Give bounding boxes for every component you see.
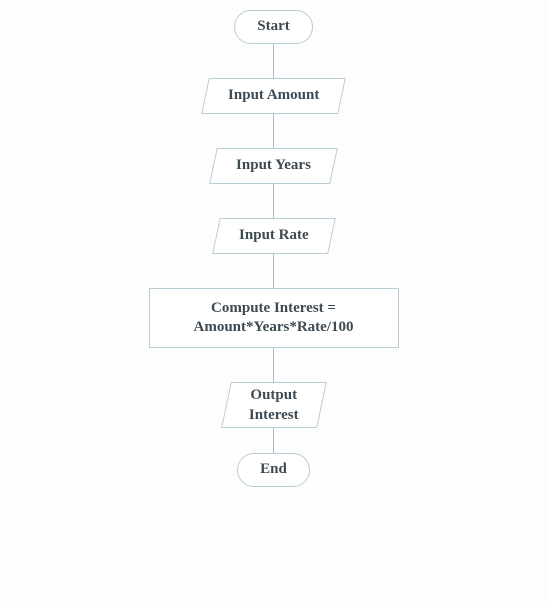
connector <box>273 348 274 382</box>
start-label: Start <box>257 17 290 37</box>
compute-label: Compute Interest = Amount*Years*Rate/100 <box>194 299 354 338</box>
input-amount-label: Input Amount <box>228 86 319 106</box>
connector <box>273 184 274 218</box>
connector <box>273 254 274 288</box>
end-label: End <box>260 460 287 480</box>
connector <box>273 114 274 148</box>
end-terminal: End <box>237 453 310 487</box>
output-interest-node: Output Interest <box>221 382 326 428</box>
input-amount-node: Input Amount <box>201 78 346 114</box>
output-label: Output Interest <box>249 386 299 425</box>
connector <box>273 428 274 453</box>
compute-process-node: Compute Interest = Amount*Years*Rate/100 <box>149 288 399 348</box>
input-years-node: Input Years <box>209 148 338 184</box>
flowchart-container: Start Input Amount Input Years Input Rat… <box>149 10 399 487</box>
input-years-label: Input Years <box>236 156 311 176</box>
input-rate-label: Input Rate <box>239 226 309 246</box>
connector <box>273 44 274 78</box>
start-terminal: Start <box>234 10 313 44</box>
input-rate-node: Input Rate <box>212 218 335 254</box>
